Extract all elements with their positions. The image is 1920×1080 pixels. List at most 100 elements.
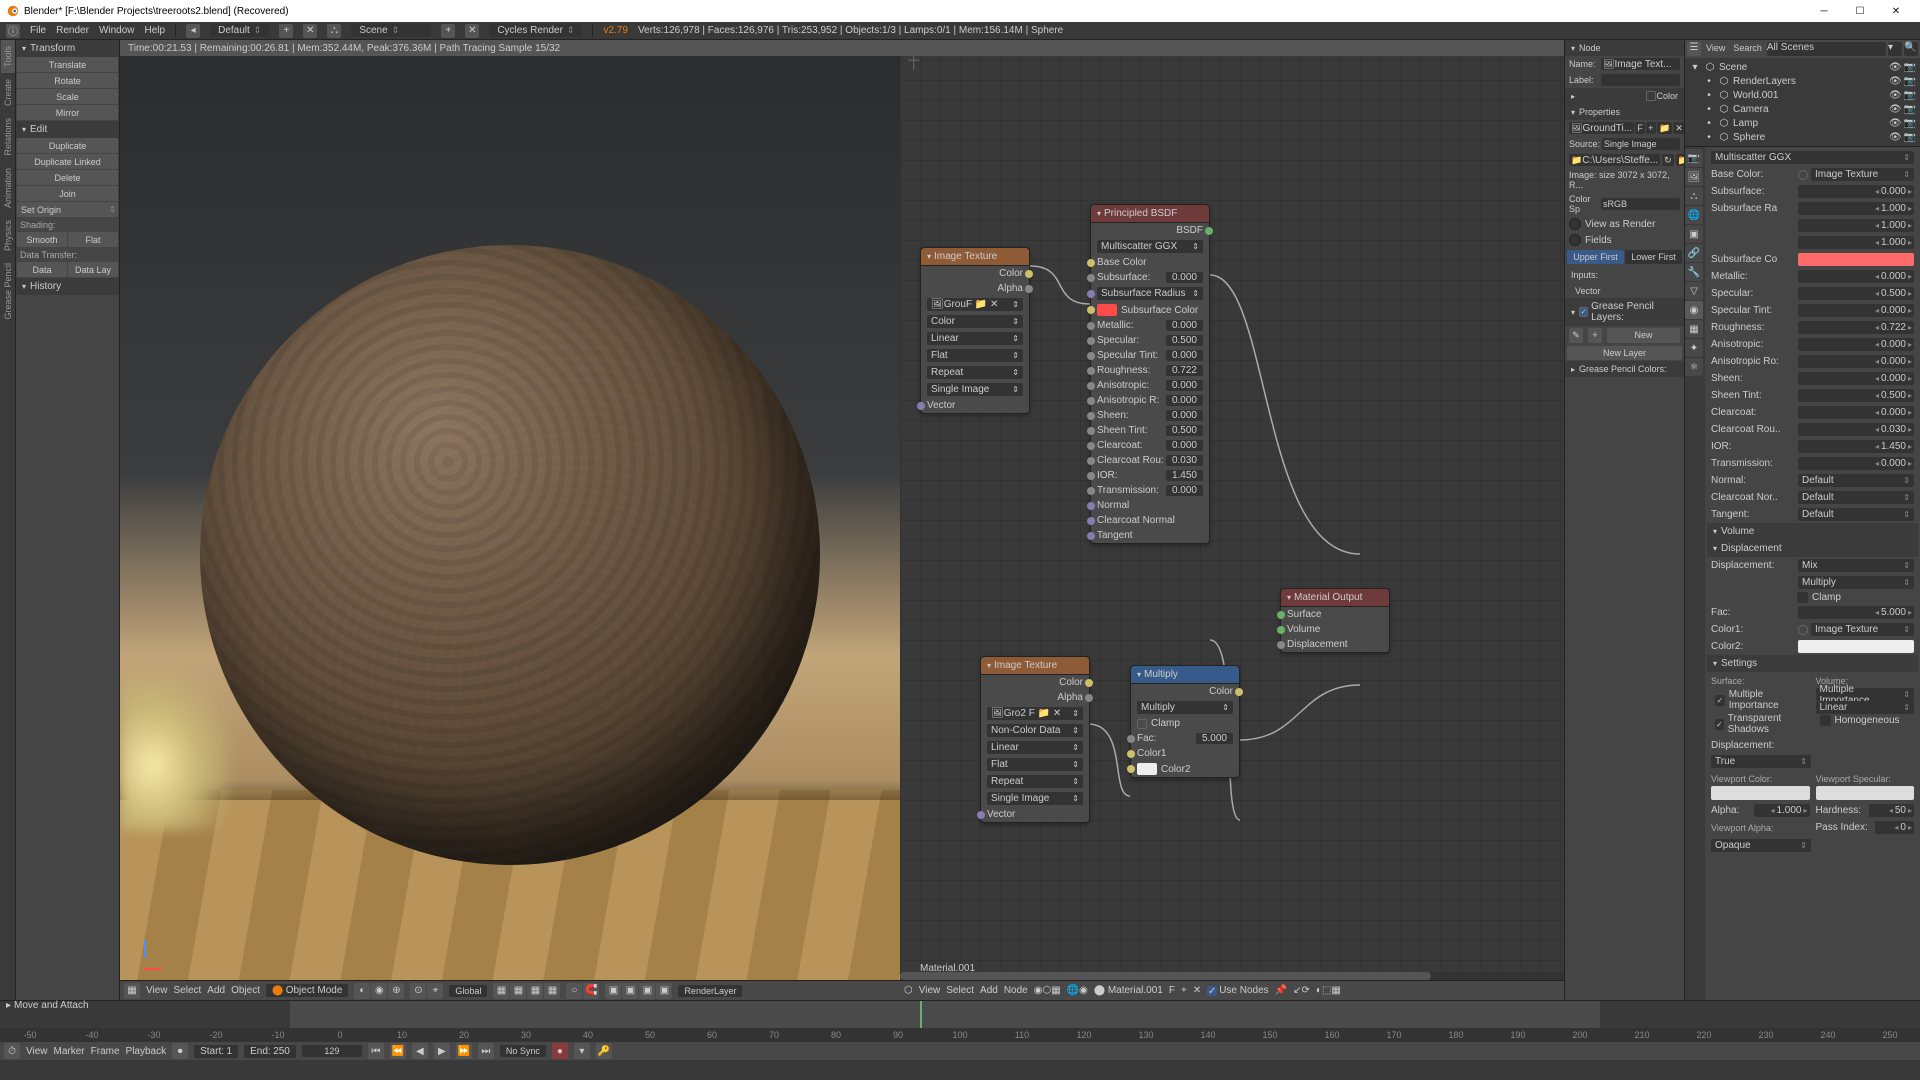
node-label-input[interactable] [1601,74,1680,86]
img-browse[interactable]: 🖼 GroundTi... [1569,122,1634,134]
maximize-button[interactable]: ☐ [1842,0,1878,22]
join-button[interactable]: Join [17,186,118,201]
n-color-header[interactable]: Color [1565,88,1684,104]
node-header[interactable]: Image Texture [921,248,1029,266]
edit-header[interactable]: Edit [16,121,119,138]
view-as-render-check[interactable]: View as Render [1565,216,1684,232]
snap-icon[interactable]: ⌖ [427,983,443,999]
lower-first-button[interactable]: Lower First [1625,250,1682,264]
node-multiply[interactable]: Multiply Color Multiply Clamp Fac:5.000 … [1130,665,1240,778]
node-material-output[interactable]: Material Output Surface Volume Displacem… [1280,588,1390,653]
tab-renderlayers[interactable]: 🖼 [1685,168,1703,186]
tab-physics[interactable]: Physics [1,214,15,257]
layout-add-icon[interactable]: + [279,24,293,38]
menu-view-node[interactable]: View [919,985,941,996]
tab-scene[interactable]: ⛬ [1685,187,1703,205]
outliner-type-icon[interactable]: ☰ [1687,42,1701,56]
tab-particles[interactable]: ✦ [1685,339,1703,357]
menu-window[interactable]: Window [99,25,135,36]
ext-dd[interactable]: Repeat [927,366,1023,379]
volume-section[interactable]: Volume [1707,523,1918,540]
subsurf-color-swatch[interactable] [1097,304,1117,316]
translate-button[interactable]: Translate [17,57,118,72]
sync-dd[interactable]: No Sync [500,1045,546,1057]
node-image-texture-2[interactable]: Image Texture Color Alpha 🖼 Gro 2 F 📁 ✕ … [980,656,1090,823]
duplicate-button[interactable]: Duplicate [17,138,118,153]
tab-material[interactable]: ◉ [1685,301,1703,319]
n-node-header[interactable]: Node [1565,40,1684,56]
interp-dd[interactable]: Linear [927,332,1023,345]
menu-add-node[interactable]: Add [980,985,998,996]
tab-constraints[interactable]: 🔗 [1685,244,1703,262]
start-frame[interactable]: Start: 1 [194,1045,238,1058]
scene-icon[interactable]: ⛬ [327,24,341,38]
outliner-item[interactable]: ▾⬡Scene👁📷 [1689,60,1916,74]
play-rev-icon[interactable]: ◀ [412,1043,428,1059]
playhead[interactable] [920,1001,922,1028]
dist-dd[interactable]: Multiscatter GGX [1097,240,1203,253]
close-button[interactable]: ✕ [1878,0,1914,22]
tab-physics[interactable]: ⚛ [1685,358,1703,376]
menu-file[interactable]: File [30,25,46,36]
data-button[interactable]: Data [17,262,67,277]
tab-modifiers[interactable]: 🔧 [1685,263,1703,281]
scale-button[interactable]: Scale [17,89,118,104]
tab-create[interactable]: Create [1,73,15,112]
rotate-button[interactable]: Rotate [17,73,118,88]
3d-viewport[interactable] [120,56,900,980]
menu-help[interactable]: Help [145,25,166,36]
scene-dropdown[interactable]: Scene [351,24,431,37]
n-props-header[interactable]: Properties [1565,104,1684,120]
history-header[interactable]: History [16,278,119,295]
editor-type-timeline-icon[interactable]: ⏱ [4,1043,20,1059]
gp-new-layer-button[interactable]: New Layer [1567,346,1682,360]
gp-colors-header[interactable]: Grease Pencil Colors: [1565,361,1684,377]
outliner-item[interactable]: •⬡Sphere👁📷 [1689,130,1916,144]
outliner-item[interactable]: •⬡RenderLayers👁📷 [1689,74,1916,88]
editor-type-icon[interactable]: ⓘ [6,24,20,38]
tab-render[interactable]: 📷 [1685,149,1703,167]
engine-dropdown[interactable]: Cycles Render [489,24,582,37]
outliner-item[interactable]: •⬡World.001👁📷 [1689,88,1916,102]
tab-relations[interactable]: Relations [1,112,15,162]
menu-object-3d[interactable]: Object [231,985,260,996]
set-origin-button[interactable]: Set Origin [17,202,118,217]
tab-data[interactable]: ▽ [1685,282,1703,300]
delete-button[interactable]: Delete [17,170,118,185]
play-icon[interactable]: ▶ [434,1043,450,1059]
proportional-icon[interactable]: ○ [566,983,582,999]
menu-view-3d[interactable]: View [146,985,168,996]
mirror-button[interactable]: Mirror [17,105,118,120]
snap-magnet-icon[interactable]: 🧲 [583,983,599,999]
tab-tools[interactable]: Tools [1,40,15,73]
shading-icon-2[interactable]: ◉ [371,983,387,999]
colorspace-dd[interactable]: Color [927,315,1023,328]
rewind-icon[interactable]: ⏮ [368,1043,384,1059]
orientation-dropdown[interactable]: Global [449,985,487,997]
data-layout-button[interactable]: Data Lay [68,262,118,277]
pin-icon[interactable]: 📌 [1275,985,1287,996]
outliner-item[interactable]: •⬡Camera👁📷 [1689,102,1916,116]
outliner-filter-dd[interactable]: All Scenes [1767,42,1886,56]
source-dd[interactable]: Single Image [1602,138,1680,150]
node-name-input[interactable]: 🖼 Image Text... [1601,58,1680,70]
overlay-icon-1[interactable]: ▣ [605,983,621,999]
settings-section[interactable]: Settings [1707,655,1918,672]
menu-select-3d[interactable]: Select [174,985,202,996]
shading-icon-1[interactable]: ◐ [354,983,370,999]
shading-icon-3[interactable]: ⊕ [388,983,404,999]
tab-grease[interactable]: Grease Pencil [1,257,15,326]
minimize-button[interactable]: ─ [1806,0,1842,22]
node-image-texture[interactable]: Image Texture Color Alpha 🖼 Grou F 📁 ✕ C… [920,247,1030,414]
distribution-dd[interactable]: Multiscatter GGX [1711,151,1914,164]
renderlayer-dropdown[interactable]: RenderLayer [678,985,742,997]
flat-button[interactable]: Flat [68,232,118,247]
timeline-track[interactable] [0,1001,1920,1028]
fields-check[interactable]: Fields [1565,232,1684,248]
node-header[interactable]: Principled BSDF [1091,205,1209,223]
data-type-icon[interactable]: 🌐 [1067,985,1079,996]
tab-world[interactable]: 🌐 [1685,206,1703,224]
end-frame[interactable]: End: 250 [244,1045,296,1058]
image-selector[interactable]: 🖼 Grou F 📁 ✕ [927,298,1023,311]
editor-type-3d-icon[interactable]: ▦ [124,983,140,999]
